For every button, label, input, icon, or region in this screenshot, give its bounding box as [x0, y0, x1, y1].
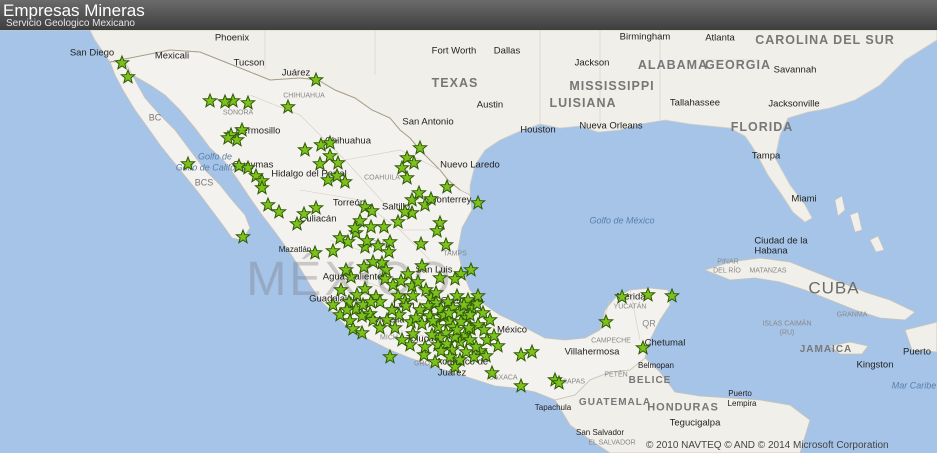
- label-tapachula: Tapachula: [534, 403, 572, 412]
- label-san-diego: San Diego: [69, 47, 115, 59]
- label-mexicali: Mexicali: [154, 50, 190, 62]
- label-campeche: CAMPECHE: [591, 337, 631, 345]
- label-atlanta: Atlanta: [705, 32, 735, 44]
- label-savannah: Savannah: [773, 64, 817, 76]
- label-birmingham: Birmingham: [619, 31, 671, 43]
- label-tegucigalpa: Tegucigalpa: [669, 417, 721, 429]
- label-cuba: CUBA: [808, 278, 860, 298]
- label-islas-caiman: ISLAS CAIMÁN: [762, 320, 812, 328]
- label-miami: Miami: [791, 193, 817, 205]
- label-houston: Houston: [520, 124, 556, 136]
- title-bar: Empresas Mineras Servicio Geologico Mexi…: [0, 0, 937, 30]
- label-el-salvador: EL SALVADOR: [588, 439, 636, 447]
- label-coahuila: COAHUILA: [364, 174, 400, 182]
- label-tallahassee: Tallahassee: [669, 97, 721, 109]
- label-belice: BELICE: [628, 375, 672, 386]
- label-san-antonio: San Antonio: [402, 116, 454, 128]
- label-villahermosa: Villahermosa: [564, 346, 620, 358]
- label-belmopan: Belmopan: [637, 361, 675, 370]
- label-jacksonville: Jacksonville: [768, 98, 820, 110]
- label-mar-caribe: Mar Caribe: [891, 380, 937, 391]
- label-texas: TEXAS: [431, 75, 479, 90]
- label-carolina-del-sur: CAROLINA DEL SUR: [755, 32, 895, 47]
- label-bc: BC: [148, 112, 162, 123]
- label-nuevo-laredo: Nuevo Laredo: [440, 159, 500, 171]
- label-golfo-california-1: Golfo de: [197, 151, 233, 162]
- label-matanzas: MATANZAS: [749, 267, 787, 275]
- label-peten: PETÉN: [604, 371, 628, 379]
- label-granma: GRANMA: [836, 311, 868, 319]
- label-tamps: TAMPS: [443, 250, 467, 258]
- label-sonora: SONORA: [222, 109, 254, 117]
- label-tucson: Tucson: [233, 57, 265, 69]
- label-mississippi: MISSISSIPPI: [569, 78, 655, 93]
- label-golfo-mexico: Golfo de México: [589, 215, 655, 226]
- label-dallas: Dallas: [493, 45, 521, 57]
- label-guatemala: GUATEMALA: [578, 397, 652, 408]
- label-phoenix: Phoenix: [214, 32, 250, 44]
- label-jamaica: JAMAICA: [799, 344, 853, 355]
- label-chetumal: Chetumal: [644, 337, 686, 349]
- label-islas-caiman-ru: (RU): [779, 329, 795, 337]
- label-tampa: Tampa: [751, 150, 781, 162]
- label-mexico-city: México: [496, 324, 528, 336]
- label-chihuahua-state: CHIHUAHUA: [283, 92, 325, 100]
- label-georgia: GEORGIA: [704, 57, 772, 72]
- label-habana: Habana: [754, 245, 788, 257]
- label-florida: FLORIDA: [730, 119, 794, 134]
- label-alabama: ALABAMA: [637, 57, 709, 72]
- label-pinar-rio: DEL RÍO: [713, 267, 741, 275]
- map-credit: © 2010 NAVTEQ © AND © 2014 Microsoft Cor…: [646, 440, 889, 451]
- label-puerto: Puerto: [903, 346, 931, 358]
- label-gro: GRO: [414, 360, 430, 368]
- label-luisiana: LUISIANA: [549, 95, 617, 110]
- app-subtitle: Servicio Geologico Mexicano: [6, 18, 135, 29]
- label-honduras: HONDURAS: [647, 401, 719, 414]
- label-jackson: Jackson: [574, 57, 610, 69]
- label-bcs: BCS: [194, 177, 214, 188]
- label-kingston: Kingston: [856, 359, 894, 371]
- label-juarez: Juárez: [281, 67, 311, 79]
- label-yucatan: YUCATÁN: [613, 303, 647, 311]
- label-qr: QR: [642, 318, 656, 329]
- label-lempira: Lempira: [727, 399, 757, 408]
- label-pinar: PINAR: [717, 258, 739, 266]
- label-austin: Austin: [476, 99, 504, 111]
- label-san-salvador: San Salvador: [575, 428, 625, 437]
- label-puerto-lempira: Puerto: [728, 389, 752, 398]
- label-mazatlan: Mazatlán: [278, 245, 312, 254]
- label-fort-worth: Fort Worth: [431, 45, 477, 57]
- label-nueva-orleans: Nueva Orleans: [579, 120, 643, 132]
